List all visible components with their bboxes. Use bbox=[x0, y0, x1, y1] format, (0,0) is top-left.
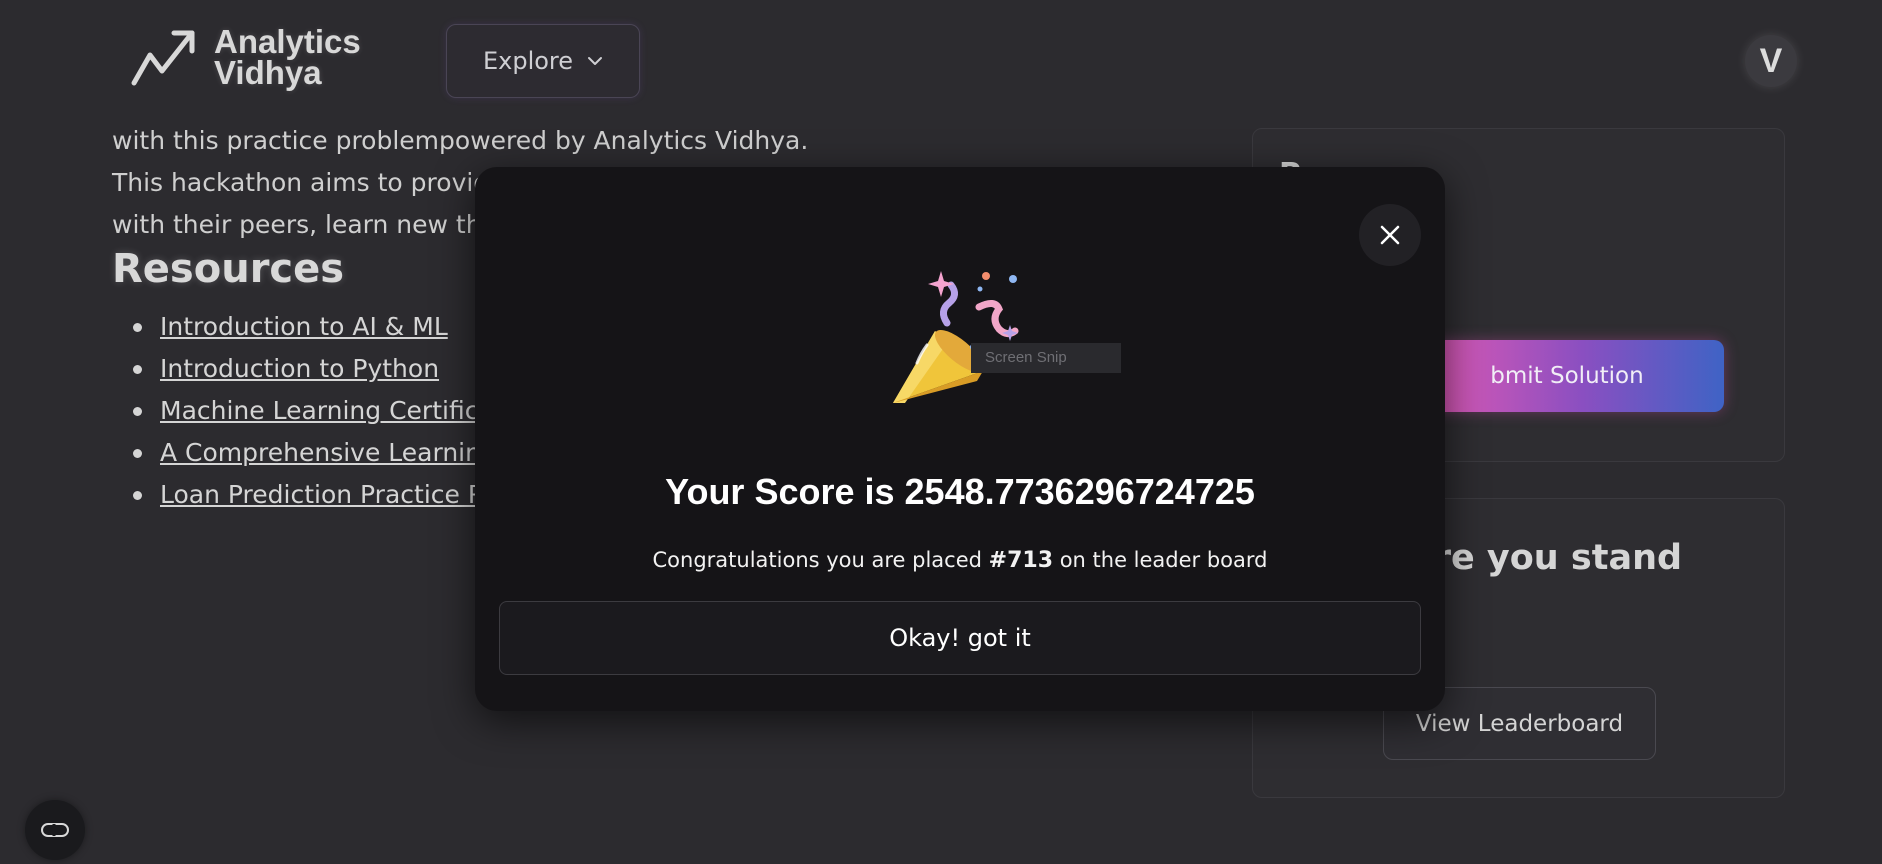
logo-text: Analytics Vidhya bbox=[214, 23, 361, 91]
list-item: Introduction to Python bbox=[133, 348, 483, 390]
resource-link[interactable]: Introduction to AI & ML bbox=[160, 312, 448, 341]
score-heading: Your Score is 2548.7736296724725 bbox=[665, 471, 1255, 512]
list-item: Introduction to AI & ML bbox=[133, 306, 483, 348]
list-item: A Comprehensive Learnin bbox=[133, 432, 483, 474]
chevron-down-icon bbox=[588, 57, 603, 65]
resource-link[interactable]: Introduction to Python bbox=[160, 354, 439, 383]
okay-button[interactable]: Okay! got it bbox=[499, 601, 1421, 675]
user-avatar[interactable]: V bbox=[1745, 35, 1797, 87]
resource-link[interactable]: A Comprehensive Learnin bbox=[160, 438, 481, 467]
trend-arrow-icon bbox=[131, 30, 195, 86]
logo-line-1: Analytics bbox=[214, 23, 361, 60]
party-popper-icon bbox=[893, 271, 1019, 403]
list-item: Machine Learning Certific bbox=[133, 390, 483, 432]
resource-link[interactable]: Loan Prediction Practice P bbox=[160, 480, 483, 509]
rank-value: #713 bbox=[988, 548, 1054, 573]
site-logo[interactable]: Analytics Vidhya bbox=[130, 23, 361, 91]
list-item: Loan Prediction Practice P bbox=[133, 474, 483, 516]
chat-link-button[interactable] bbox=[25, 800, 85, 860]
intro-line: with this practice problempowered by Ana… bbox=[112, 126, 809, 155]
resource-link[interactable]: Machine Learning Certific bbox=[160, 396, 478, 425]
explore-label: Explore bbox=[482, 47, 574, 75]
logo-line-2: Vidhya bbox=[214, 54, 322, 91]
resources-list: Introduction to AI & ML Introduction to … bbox=[133, 306, 483, 516]
close-icon bbox=[1380, 225, 1400, 245]
resources-heading: Resources bbox=[112, 246, 345, 292]
standing-title: ere you stand bbox=[1410, 538, 1683, 578]
submit-solution-button[interactable]: bmit Solution bbox=[1410, 340, 1724, 412]
score-modal: Screen Snip Your Score is 2548.773629672… bbox=[475, 167, 1445, 711]
congrats-prefix: Congratulations you are placed bbox=[652, 548, 982, 572]
congrats-suffix: on the leader board bbox=[1059, 548, 1268, 572]
screen-snip-label: Screen Snip bbox=[971, 343, 1121, 373]
chat-link-icon bbox=[41, 823, 69, 837]
close-button[interactable] bbox=[1359, 204, 1421, 266]
explore-button[interactable]: Explore bbox=[446, 24, 640, 98]
congrats-message: Congratulations you are placed #713 on t… bbox=[475, 548, 1445, 573]
